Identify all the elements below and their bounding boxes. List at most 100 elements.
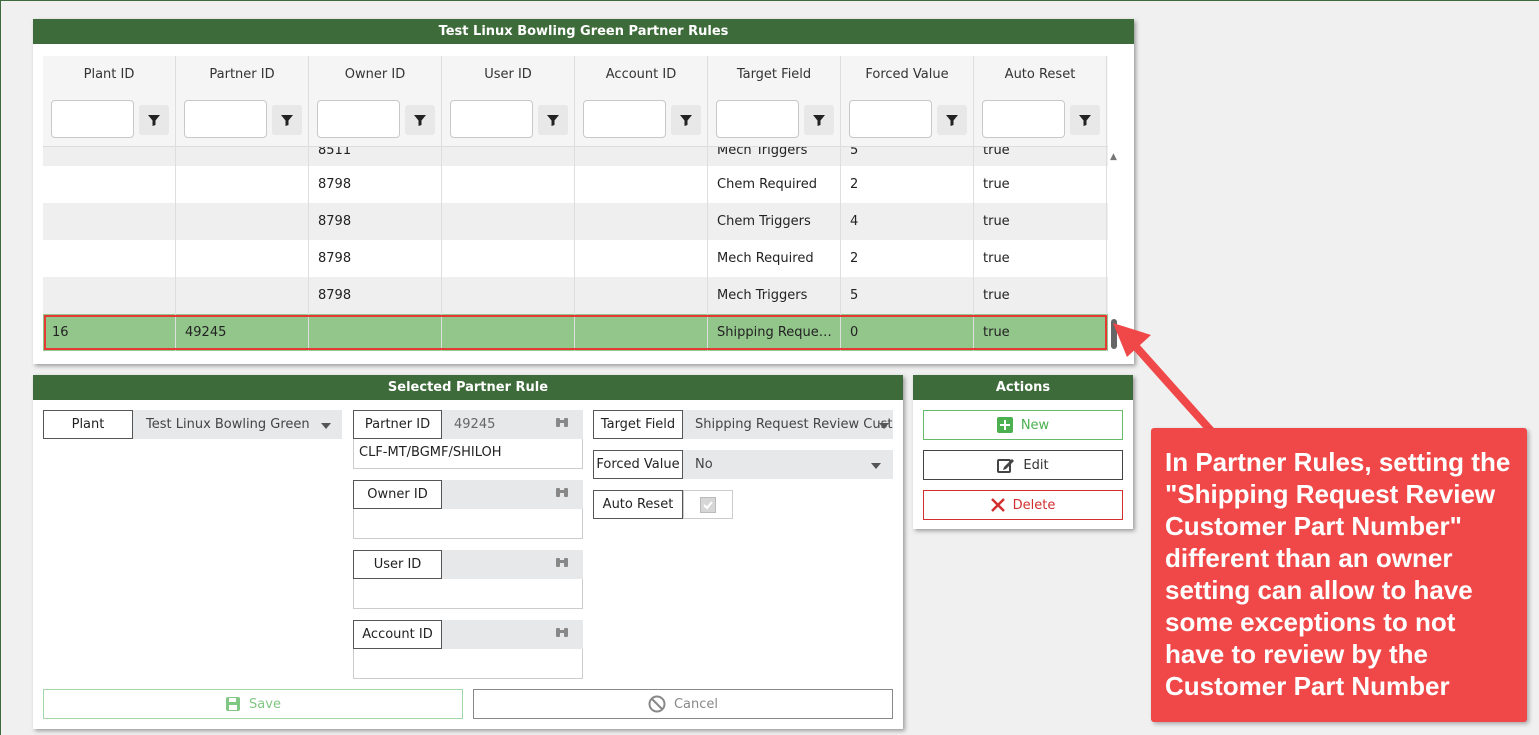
selected-partner-rule-panel: Selected Partner Rule Plant Test Linux B… xyxy=(33,375,903,729)
annotation-callout: In Partner Rules, setting the "Shipping … xyxy=(1151,428,1527,722)
filter-icon[interactable] xyxy=(671,105,701,135)
table-cell-owner-id: 8798 xyxy=(309,203,442,240)
scroll-up-icon[interactable]: ▲ xyxy=(1110,152,1117,162)
delete-button-label: Delete xyxy=(1012,497,1056,513)
table-cell-forced-value: 4 xyxy=(841,203,974,240)
table-cell-plant-id xyxy=(43,166,176,203)
actions-panel: Actions New Edit Delete xyxy=(913,375,1133,529)
edit-button-label: Edit xyxy=(1023,457,1049,473)
table-cell-user-id xyxy=(442,314,575,351)
table-cell-plant-id xyxy=(43,277,176,314)
chevron-down-icon[interactable] xyxy=(879,423,889,429)
edit-button[interactable]: Edit xyxy=(923,450,1123,480)
rule-title: Selected Partner Rule xyxy=(33,375,903,400)
filter-icon[interactable] xyxy=(538,105,568,135)
table-cell-account-id xyxy=(575,147,708,166)
filter-icon[interactable] xyxy=(1070,105,1100,135)
filter-input-plant-id[interactable] xyxy=(51,100,134,138)
chevron-down-icon[interactable] xyxy=(871,463,881,469)
filter-icon[interactable] xyxy=(272,105,302,135)
column-header-target-field[interactable]: Target Field xyxy=(708,56,841,93)
forced-value-select[interactable]: No xyxy=(683,450,893,479)
filter-icon[interactable] xyxy=(405,105,435,135)
filter-input-user-id[interactable] xyxy=(450,100,533,138)
filter-icon[interactable] xyxy=(804,105,834,135)
column-header-account-id[interactable]: Account ID xyxy=(575,56,708,93)
table-cell-owner-id: 8798 xyxy=(309,277,442,314)
table-row[interactable]: 8798 Chem Required 2 true xyxy=(43,166,1108,203)
binoculars-icon[interactable] xyxy=(555,555,569,572)
table-cell-plant-id: 16 xyxy=(43,314,176,351)
filter-cell-partner-id xyxy=(176,93,309,146)
column-header-owner-id[interactable]: Owner ID xyxy=(309,56,442,93)
table-cell-partner-id xyxy=(176,203,309,240)
edit-icon xyxy=(997,459,1015,473)
filter-cell-owner-id xyxy=(309,93,442,146)
save-icon xyxy=(226,697,241,711)
forced-value-value: No xyxy=(695,457,713,472)
filter-input-auto-reset[interactable] xyxy=(982,100,1065,138)
filter-cell-plant-id xyxy=(43,93,176,146)
target-field-select[interactable]: Shipping Request Review Custom xyxy=(683,410,893,439)
filter-input-account-id[interactable] xyxy=(583,100,666,138)
table-cell-user-id xyxy=(442,203,575,240)
chevron-down-icon[interactable] xyxy=(321,423,331,429)
filter-cell-account-id xyxy=(575,93,708,146)
table-row[interactable]: 8798 Mech Triggers 5 true xyxy=(43,277,1108,314)
table-cell-auto-reset: true xyxy=(974,314,1107,351)
table-row[interactable]: 8798 Chem Triggers 4 true xyxy=(43,203,1108,240)
target-field-label: Target Field xyxy=(593,410,683,439)
table-cell-user-id xyxy=(442,240,575,277)
table-row-selected[interactable]: 16 49245 Shipping Reques... 0 true xyxy=(43,314,1108,351)
binoculars-icon[interactable] xyxy=(555,485,569,502)
table-cell-target-field: Chem Required xyxy=(708,166,841,203)
forced-value-label: Forced Value xyxy=(593,450,683,479)
filter-input-partner-id[interactable] xyxy=(184,100,267,138)
actions-title: Actions xyxy=(913,375,1133,400)
delete-button[interactable]: Delete xyxy=(923,490,1123,520)
plus-icon xyxy=(996,417,1013,433)
account-id-label: Account ID xyxy=(353,620,442,649)
column-header-auto-reset[interactable]: Auto Reset xyxy=(974,56,1107,93)
checkbox-icon[interactable] xyxy=(700,497,716,513)
filter-cell-target-field xyxy=(708,93,841,146)
grid-header-row: Plant ID Partner ID Owner ID User ID Acc… xyxy=(43,56,1108,93)
table-cell-plant-id xyxy=(43,203,176,240)
filter-icon[interactable] xyxy=(139,105,169,135)
column-header-partner-id[interactable]: Partner ID xyxy=(176,56,309,93)
plant-select-value: Test Linux Bowling Green xyxy=(146,417,310,432)
column-header-plant-id[interactable]: Plant ID xyxy=(43,56,176,93)
table-cell-target-field: Mech Required xyxy=(708,240,841,277)
filter-input-owner-id[interactable] xyxy=(317,100,400,138)
table-cell-auto-reset: true xyxy=(974,166,1107,203)
table-row[interactable]: 8798 Mech Required 2 true xyxy=(43,240,1108,277)
filter-row xyxy=(43,93,1108,147)
binoculars-icon[interactable] xyxy=(555,625,569,642)
target-field-value: Shipping Request Review Custom xyxy=(695,417,893,432)
cancel-button[interactable]: Cancel xyxy=(473,689,893,719)
grid-title: Test Linux Bowling Green Partner Rules xyxy=(33,19,1134,44)
table-cell-user-id xyxy=(442,166,575,203)
filter-cell-auto-reset xyxy=(974,93,1107,146)
table-cell-account-id xyxy=(575,203,708,240)
save-button[interactable]: Save xyxy=(43,689,463,719)
plant-select[interactable]: Test Linux Bowling Green xyxy=(133,410,342,439)
binoculars-icon[interactable] xyxy=(555,415,569,432)
table-cell-auto-reset: true xyxy=(974,147,1107,166)
new-button-label: New xyxy=(1020,417,1050,433)
table-cell-partner-id xyxy=(176,277,309,314)
filter-icon[interactable] xyxy=(937,105,967,135)
close-icon xyxy=(990,498,1005,512)
column-header-user-id[interactable]: User ID xyxy=(442,56,575,93)
column-header-forced-value[interactable]: Forced Value xyxy=(841,56,974,93)
table-cell-owner-id xyxy=(309,314,442,351)
table-cell-account-id xyxy=(575,240,708,277)
filter-input-forced-value[interactable] xyxy=(849,100,932,138)
table-row[interactable]: 8511 Mech Triggers 5 true xyxy=(43,147,1108,166)
table-cell-target-field: Mech Triggers xyxy=(708,277,841,314)
plant-label: Plant xyxy=(43,410,133,439)
table-cell-owner-id: 8511 xyxy=(309,147,442,166)
filter-input-target-field[interactable] xyxy=(716,100,799,138)
table-cell-auto-reset: true xyxy=(974,277,1107,314)
new-button[interactable]: New xyxy=(923,410,1123,440)
